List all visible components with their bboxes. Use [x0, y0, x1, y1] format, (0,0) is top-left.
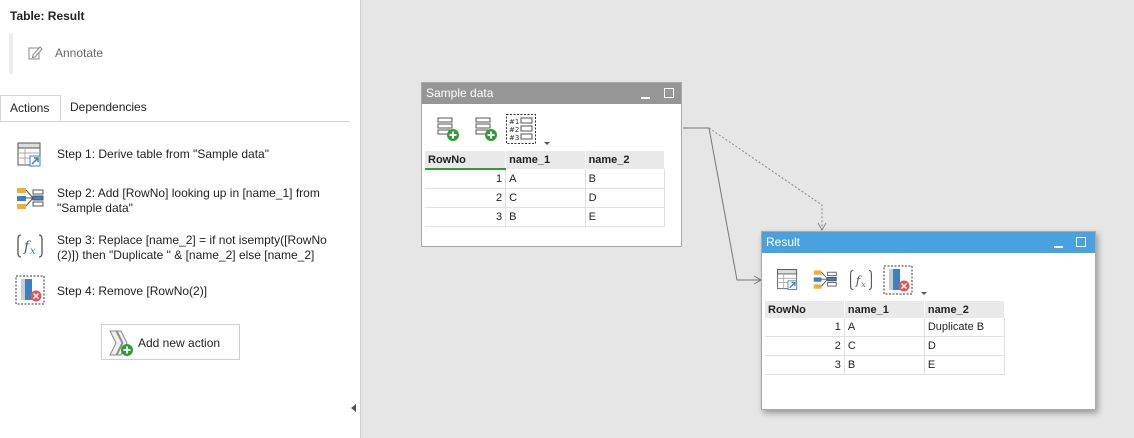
table-cell: E: [585, 207, 666, 227]
add-new-action-label: Add new action: [138, 336, 221, 350]
result-titlebar[interactable]: Result: [762, 232, 1095, 253]
minimize-icon[interactable]: [1054, 246, 1063, 248]
result-window[interactable]: Result f x RowNo name_1 name_2 1 A Dupli…: [761, 231, 1096, 410]
table-cell: A: [505, 169, 586, 189]
table-row[interactable]: 1 A B: [425, 169, 666, 189]
table-cell: B: [505, 207, 586, 227]
result-table: RowNo name_1 name_2 1 A Duplicate B 2 C …: [765, 301, 1006, 375]
action-panel: Table: Result Annotate Actions Dependenc…: [0, 0, 361, 438]
row-number-icon-label-1: #1: [509, 118, 519, 126]
toolbar-overflow-icon[interactable]: [921, 292, 927, 295]
annotate-label: Annotate: [55, 46, 104, 60]
remove-column-icon: [15, 275, 45, 305]
table-cell: 2: [425, 188, 507, 208]
column-header-rowno[interactable]: RowNo: [765, 301, 845, 318]
row-number-icon-label-3: #3: [509, 134, 519, 142]
panel-tabs: Actions Dependencies: [0, 95, 350, 122]
tab-dependencies[interactable]: Dependencies: [61, 95, 156, 121]
table-cell: C: [505, 188, 586, 208]
step-1-text: Step 1: Derive table from "Sample data": [57, 147, 269, 161]
table-cell: 3: [765, 355, 845, 375]
remove-column-icon[interactable]: [883, 265, 913, 295]
add-column-icon[interactable]: [436, 116, 462, 142]
step-3-text: Step 3: Replace [name_2] = if not isempt…: [57, 233, 327, 262]
table-row[interactable]: 2 C D: [765, 336, 1006, 356]
function-icon[interactable]: f x: [848, 267, 874, 293]
derive-table-icon: [17, 142, 41, 167]
table-cell: C: [844, 336, 925, 356]
lookup-icon: [17, 188, 44, 209]
collapse-panel-arrow-icon[interactable]: [351, 404, 356, 412]
minimize-icon[interactable]: [641, 97, 650, 99]
table-cell: B: [844, 355, 925, 375]
table-cell: B: [585, 169, 666, 189]
table-cell: 3: [425, 207, 507, 227]
table-cell: D: [585, 188, 666, 208]
table-cell: E: [924, 355, 1006, 375]
table-cell: 2: [765, 336, 845, 356]
column-header-name-2[interactable]: name_2: [585, 151, 666, 169]
sample-data-titlebar[interactable]: Sample data: [422, 83, 681, 104]
tab-actions[interactable]: Actions: [0, 95, 61, 121]
table-cell: 1: [425, 169, 507, 189]
maximize-icon[interactable]: [1076, 237, 1086, 247]
table-header-row: RowNo name_1 name_2: [425, 151, 666, 170]
maximize-icon[interactable]: [664, 88, 674, 98]
table-row[interactable]: 1 A Duplicate B: [765, 318, 1006, 337]
step-4-text: Step 4: Remove [RowNo(2)]: [57, 284, 208, 298]
svg-text:x: x: [30, 246, 36, 257]
table-row[interactable]: 3 B E: [765, 355, 1006, 375]
annotate-pencil-icon: [28, 46, 43, 60]
row-number-icon[interactable]: #1 #2 #3: [506, 114, 536, 144]
column-header-name-1[interactable]: name_1: [505, 151, 586, 169]
column-header-name-2[interactable]: name_2: [924, 301, 1006, 318]
column-header-rowno[interactable]: RowNo: [425, 151, 507, 170]
add-action-icon: [109, 330, 133, 356]
derive-table-icon[interactable]: [775, 267, 801, 293]
table-cell: D: [924, 336, 1006, 356]
add-new-action-button[interactable]: Add new action: [101, 324, 240, 360]
table-cell: A: [844, 318, 925, 337]
panel-title: Table: Result: [10, 9, 85, 23]
svg-text:x: x: [861, 280, 866, 290]
annotate-button[interactable]: Annotate: [9, 33, 331, 74]
sample-data-window[interactable]: Sample data #1 #2 #3 RowNo name_1 name_2: [421, 82, 682, 247]
column-header-name-1[interactable]: name_1: [844, 301, 925, 318]
sample-data-title: Sample data: [426, 86, 494, 100]
table-cell: 1: [765, 318, 845, 337]
table-cell: Duplicate B: [924, 318, 1006, 337]
table-row[interactable]: 2 C D: [425, 188, 666, 208]
result-title: Result: [766, 235, 801, 249]
row-number-icon-label-2: #2: [509, 126, 519, 134]
sample-data-table: RowNo name_1 name_2 1 A B 2 C D 3 B E: [425, 151, 666, 227]
lookup-icon[interactable]: [812, 267, 838, 293]
table-header-row: RowNo name_1 name_2: [765, 301, 1006, 318]
toolbar-overflow-icon[interactable]: [544, 142, 550, 145]
table-row[interactable]: 3 B E: [425, 207, 666, 227]
add-row-icon[interactable]: [474, 116, 500, 142]
step-2-text: Step 2: Add [RowNo] looking up in [name_…: [57, 186, 320, 215]
function-icon: f x: [17, 234, 43, 258]
